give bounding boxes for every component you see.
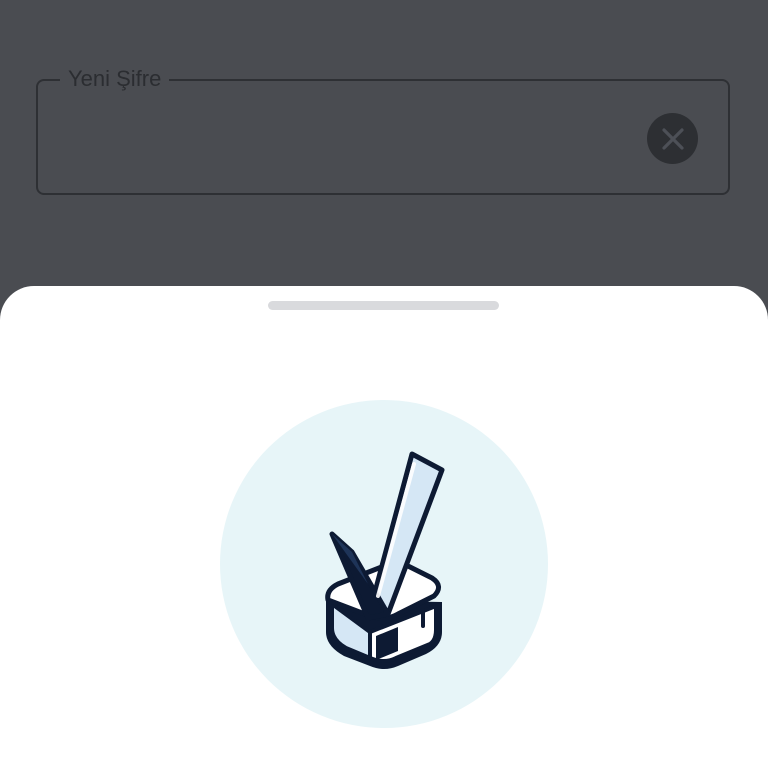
new-password-label: Yeni Şifre (60, 66, 170, 92)
screen: Yeni Şifre (0, 0, 768, 768)
clear-button[interactable] (647, 113, 698, 164)
illustration-circle (220, 400, 548, 728)
close-icon (661, 127, 684, 150)
new-password-field[interactable]: Yeni Şifre (36, 66, 730, 195)
bottom-sheet (0, 286, 768, 768)
sheet-drag-handle[interactable] (268, 301, 499, 310)
checkmark-stamp-icon (325, 451, 445, 669)
